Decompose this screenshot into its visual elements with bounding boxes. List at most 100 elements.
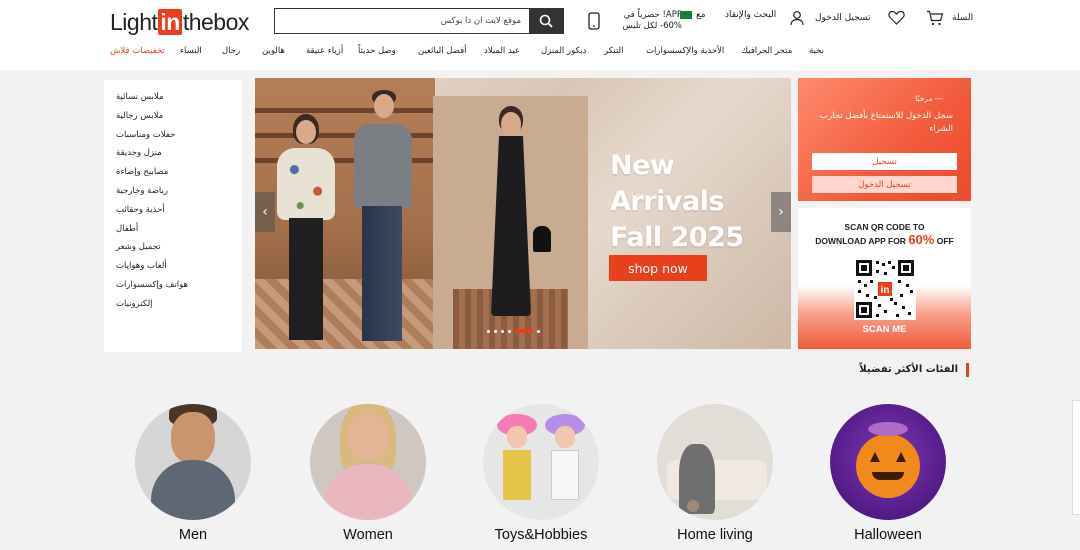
banner-pagination [487,329,540,333]
banner-next-button[interactable]: › [771,192,791,232]
login-promo-box: --- مرحبًا سجل الدخول للاستمتاع بأفضل تج… [798,78,971,201]
sidebar-item-electronics[interactable]: إلكترونيات [116,295,230,314]
nav-item-flash-sale[interactable]: تخفيضات فلاش [110,46,165,56]
site-header: Lightinthebox APP! حصرياً في 60%- لكل تل… [0,0,1080,70]
cart-label: السلة [952,13,974,23]
qr-code-icon: in [856,260,914,318]
cart-link[interactable]: السلة [926,10,973,26]
chevron-left-icon: ‹ [262,204,268,220]
chevron-right-icon: › [778,204,784,220]
scan-me-label: SCAN ME [862,324,907,335]
banner-headline-line1: New Arrivals [610,150,724,217]
nav-item-christmas[interactable]: عيد الميلاد [484,46,520,56]
sidebar-item-phones[interactable]: هواتف وإكسسوارات [116,276,230,295]
banner-model-man [350,90,415,349]
category-card-home-living[interactable]: Home living [657,404,773,543]
nav-item-costumes[interactable]: التنكر [604,46,623,56]
qr-headline-suffix: OFF [934,236,954,246]
account-label: تسجيل الدخول [815,13,871,23]
qr-code[interactable]: in [854,258,916,320]
wishlist-button[interactable] [888,10,905,25]
nav-item-home-decor[interactable]: ديكور المنزل [541,46,586,56]
section-title-top-categories: الفئات الأكثر تفضيلاً [859,363,969,377]
nav-item-best-sellers[interactable]: أفضل البائعين [418,46,467,56]
sidebar-item-shoes-bags[interactable]: أحذية وحقائب [116,201,230,220]
sidebar-item-beauty-hair[interactable]: تجميل وشعر [116,238,230,257]
search-bar [274,8,564,34]
user-icon [790,11,804,26]
app-promo-text: APP! حصرياً في 60%- لكل تليس [622,10,682,31]
logo-text-thebox: thebox [182,8,250,35]
category-card-men[interactable]: Men [135,404,251,543]
side-scroll-widget[interactable] [1072,400,1080,515]
heart-icon [888,10,905,25]
login-message: سجل الدخول للاستمتاع بأفضل تجارب الشراء [820,111,953,134]
sidebar-item-sports[interactable]: رياضة وخارجية [116,182,230,201]
category-label-halloween: Halloween [854,527,922,543]
banner-model-woman-dress [477,106,551,349]
sidebar-item-toys[interactable]: ألعاب وهوايات [116,257,230,276]
category-image-men [135,404,251,520]
search-input[interactable] [275,9,529,33]
qr-discount-percent: 60% [908,232,935,247]
greeting-text: --- مرحبًا [915,94,943,103]
main-nav: نخبة متجر الجرافيك الأحذية والإكسسوارات … [0,44,1080,62]
shop-now-button[interactable]: shop now [609,255,707,281]
register-button[interactable]: تسجيل [812,153,957,170]
saudi-flag-icon [680,11,692,19]
account-link[interactable]: تسجيل الدخول [789,10,870,26]
app-qr-box: SCAN QR CODE TO DOWNLOAD APP FOR 60% OFF… [798,208,971,349]
sign-in-button[interactable]: تسجيل الدخول [812,176,957,193]
sidebar-item-womens-clothing[interactable]: ملابس نسائية [116,88,230,107]
category-label-home-living: Home living [677,527,753,543]
category-card-halloween[interactable]: Halloween [830,404,946,543]
nav-item-men[interactable]: رجال [222,46,240,56]
help-label: البحث والإنقاذ [725,10,777,20]
logo-text-light: Light [110,8,158,35]
sidebar-item-kids[interactable]: أطفال [116,220,230,239]
region-label: مع [696,10,706,20]
sidebar-item-mens-clothing[interactable]: ملابس رجالية [116,107,230,126]
sidebar-item-lighting[interactable]: مصابيح وإضاءة [116,163,230,182]
nav-item-new-arrivals[interactable]: وصل حديثاً [358,46,396,56]
qr-headline-line1: SCAN QR CODE TO [844,222,925,232]
banner-dot[interactable] [537,329,540,333]
search-icon [539,14,553,28]
category-image-women [310,404,426,520]
category-label-toys-hobbies: Toys&Hobbies [494,527,588,543]
nav-item-graphic-store[interactable]: متجر الجرافيك [741,46,792,56]
nav-item-women[interactable]: النساء [180,46,202,56]
nav-item-vintage[interactable]: أزياء عتيقة [306,46,343,56]
search-button[interactable] [529,9,563,33]
sidebar-item-parties[interactable]: حفلات ومناسبات [116,126,230,145]
cart-icon [927,10,944,26]
banner-dot[interactable] [494,329,497,333]
category-card-toys-hobbies[interactable]: Toys&Hobbies [483,404,599,543]
category-label-women: Women [343,527,393,543]
category-card-women[interactable]: Women [310,404,426,543]
site-logo[interactable]: Light in thebox [110,8,249,36]
banner-model-woman-floral [275,108,335,349]
qr-headline-line2: DOWNLOAD APP FOR 60% OFF [798,232,971,247]
qr-headline-text: DOWNLOAD APP FOR [815,236,909,246]
phone-icon [588,12,600,30]
banner-dot[interactable] [508,329,511,333]
category-image-toys-hobbies [483,404,599,520]
category-sidebar: ملابس نسائية ملابس رجالية حفلات ومناسبات… [104,80,242,352]
banner-dot-active[interactable] [515,329,533,333]
banner-headline: New Arrivals Fall 2025 [610,148,791,256]
banner-dot[interactable] [501,329,504,333]
help-link[interactable]: البحث والإنقاذ [725,10,776,20]
nav-item-elite[interactable]: نخبة [809,46,824,56]
app-promo[interactable]: APP! حصرياً في 60%- لكل تليس [588,10,682,32]
category-image-home-living [657,404,773,520]
hero-banner[interactable]: New Arrivals Fall 2025 shop now ‹ › [255,78,791,349]
sidebar-item-home-garden[interactable]: منزل وحديقة [116,144,230,163]
logo-text-in: in [158,9,182,35]
banner-dot[interactable] [487,329,490,333]
region-selector[interactable]: مع [680,10,706,20]
banner-prev-button[interactable]: ‹ [255,192,275,232]
svg-text:in: in [881,285,890,296]
nav-item-halloween[interactable]: هالوين [262,46,285,56]
nav-item-shoes-accessories[interactable]: الأحذية والإكسسوارات [646,46,724,56]
